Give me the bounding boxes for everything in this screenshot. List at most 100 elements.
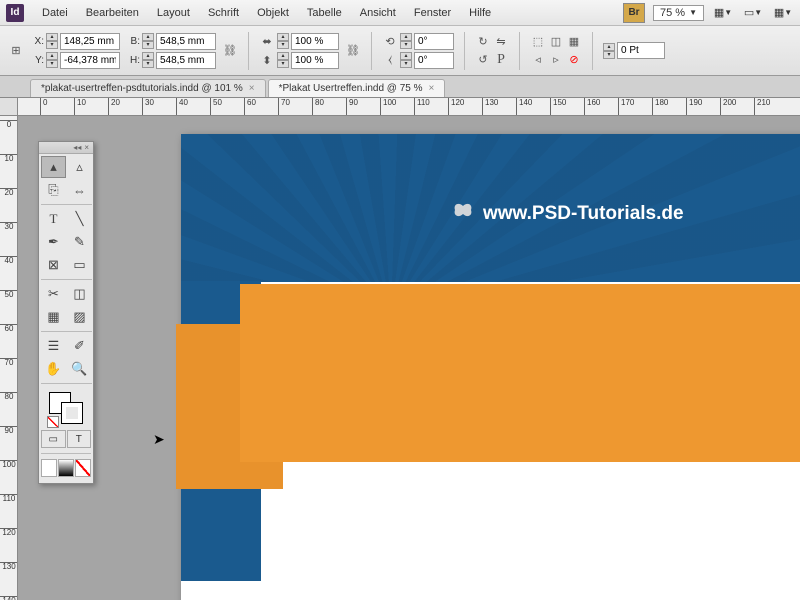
note-tool[interactable]: ☰ (41, 335, 66, 357)
tab-document-2[interactable]: *Plakat Usertreffen.indd @ 75 % × (268, 79, 446, 97)
shear-input[interactable] (414, 52, 454, 69)
scissors-tool[interactable]: ✂ (41, 283, 66, 305)
stroke-swatch[interactable] (61, 402, 83, 424)
apply-none-icon[interactable] (75, 459, 91, 477)
horizontal-ruler[interactable]: 5001020304050607080901001101201301401501… (18, 98, 800, 116)
tab-2-title: *Plakat Usertreffen.indd @ 75 % (279, 83, 423, 94)
scale-y-icon: ⬍ (259, 52, 275, 68)
y-input[interactable] (60, 52, 120, 69)
page-tool[interactable]: ⎘ (41, 179, 66, 201)
reference-point-icon[interactable]: ⊞ (8, 43, 24, 59)
page-header-blue: www.PSD-Tutorials.de (181, 134, 800, 282)
select-next-icon[interactable]: ▹ (548, 52, 564, 68)
select-prev-icon[interactable]: ◃ (530, 52, 546, 68)
direct-selection-tool[interactable]: ▵ (67, 156, 92, 178)
close-panel-icon[interactable]: × (84, 143, 89, 152)
pen-tool[interactable]: ✒ (41, 231, 66, 253)
constrain-scale-icon[interactable]: ⛓ (345, 43, 361, 59)
h-input[interactable] (156, 52, 216, 69)
w-down[interactable]: ▾ (142, 41, 154, 49)
zoom-level-select[interactable]: 75 % ▼ (653, 5, 704, 21)
tools-panel: ◂◂× ▴ ▵ ⎘ ⇔ T ╲ ✒ ✎ ⊠ ▭ ✂ ◫ ▦ ▨ ☰ ✐ (38, 141, 94, 484)
orange-block-front[interactable] (240, 284, 800, 462)
control-panel: ⊞ X: ▴▾ Y: ▴▾ B: ▴▾ H: ▴▾ ⛓ ⬌ ▴▾ (0, 26, 800, 76)
vertical-ruler[interactable]: 0102030405060708090100110120130140 (0, 116, 18, 600)
x-down[interactable]: ▾ (46, 41, 58, 49)
apply-gradient-icon[interactable] (58, 459, 74, 477)
menu-tabelle[interactable]: Tabelle (299, 4, 350, 22)
line-tool[interactable]: ╲ (67, 208, 92, 230)
y-up[interactable]: ▴ (46, 52, 58, 60)
stroke-weight-input[interactable] (617, 42, 665, 59)
zoom-tool[interactable]: 🔍 (67, 358, 92, 380)
tab-document-1[interactable]: *plakat-usertreffen-psdtutorials.indd @ … (30, 79, 266, 97)
rotate-icon: ⟲ (382, 33, 398, 49)
h-down[interactable]: ▾ (142, 60, 154, 68)
x-label: X: (30, 36, 44, 47)
collapse-icon[interactable]: ◂◂ (73, 143, 81, 152)
menu-schrift[interactable]: Schrift (200, 4, 247, 22)
x-up[interactable]: ▴ (46, 33, 58, 41)
w-up[interactable]: ▴ (142, 33, 154, 41)
selection-tool[interactable]: ▴ (41, 156, 66, 178)
y-label: Y: (30, 55, 44, 66)
scale-y-input[interactable] (291, 52, 339, 69)
menu-objekt[interactable]: Objekt (249, 4, 297, 22)
paragraph-icon[interactable]: P (493, 52, 509, 68)
butterfly-icon (451, 202, 475, 226)
formatting-container-icon[interactable]: ▭ (41, 430, 66, 448)
tab-1-close[interactable]: × (249, 83, 255, 94)
menu-layout[interactable]: Layout (149, 4, 198, 22)
flip-h-icon[interactable]: ⇋ (493, 34, 509, 50)
h-up[interactable]: ▴ (142, 52, 154, 60)
w-input[interactable] (156, 33, 216, 50)
rotate-ccw-icon[interactable]: ↺ (475, 52, 491, 68)
arrange-button[interactable]: ▦▼ (772, 3, 794, 23)
menu-ansicht[interactable]: Ansicht (352, 4, 404, 22)
type-tool[interactable]: T (41, 208, 66, 230)
h-label: H: (126, 55, 140, 66)
mouse-cursor-icon: ➤ (153, 431, 165, 448)
document-tabs: *plakat-usertreffen-psdtutorials.indd @ … (0, 76, 800, 98)
free-transform-tool[interactable]: ◫ (67, 283, 92, 305)
zoom-value: 75 % (660, 7, 685, 19)
pencil-tool[interactable]: ✎ (67, 231, 92, 253)
menu-fenster[interactable]: Fenster (406, 4, 459, 22)
fill-stroke-swatch[interactable] (39, 388, 93, 428)
rotate-input[interactable] (414, 33, 454, 50)
scale-x-input[interactable] (291, 33, 339, 50)
gradient-feather-tool[interactable]: ▨ (67, 306, 92, 328)
workspace: 5001020304050607080901001101201301401501… (0, 98, 800, 600)
fit-content-icon[interactable]: ▦ (566, 34, 582, 50)
y-down[interactable]: ▾ (46, 60, 58, 68)
formatting-text-icon[interactable]: T (67, 430, 92, 448)
menu-hilfe[interactable]: Hilfe (461, 4, 499, 22)
menu-datei[interactable]: Datei (34, 4, 76, 22)
gap-tool[interactable]: ⇔ (67, 179, 92, 201)
gradient-swatch-tool[interactable]: ▦ (41, 306, 66, 328)
default-fill-stroke-icon[interactable] (47, 416, 59, 428)
view-options-button[interactable]: ▦▼ (712, 3, 734, 23)
x-input[interactable] (60, 33, 120, 50)
canvas[interactable]: www.PSD-Tutorials.de ◂◂× ▴ ▵ ⎘ ⇔ T ╲ ✒ ✎… (18, 116, 800, 600)
ruler-origin[interactable] (0, 98, 18, 116)
rotate-cw-icon[interactable]: ↻ (475, 34, 491, 50)
rectangle-tool[interactable]: ▭ (67, 254, 92, 276)
screen-mode-button[interactable]: ▭▼ (742, 3, 764, 23)
tab-2-close[interactable]: × (429, 83, 435, 94)
bridge-button[interactable]: Br (623, 3, 645, 23)
none-slash-icon[interactable]: ⊘ (566, 52, 582, 68)
select-content-icon[interactable]: ◫ (548, 34, 564, 50)
select-container-icon[interactable]: ⬚ (530, 34, 546, 50)
menu-bearbeiten[interactable]: Bearbeiten (78, 4, 147, 22)
eyedropper-tool[interactable]: ✐ (67, 335, 92, 357)
apply-color-icon[interactable] (41, 459, 57, 477)
scale-x-icon: ⬌ (259, 33, 275, 49)
tools-panel-header[interactable]: ◂◂× (39, 142, 93, 154)
chevron-down-icon: ▼ (689, 8, 697, 17)
shear-icon: ⧼ (382, 52, 398, 68)
rectangle-frame-tool[interactable]: ⊠ (41, 254, 66, 276)
tab-1-title: *plakat-usertreffen-psdtutorials.indd @ … (41, 83, 243, 94)
hand-tool[interactable]: ✋ (41, 358, 66, 380)
constrain-icon[interactable]: ⛓ (222, 43, 238, 59)
